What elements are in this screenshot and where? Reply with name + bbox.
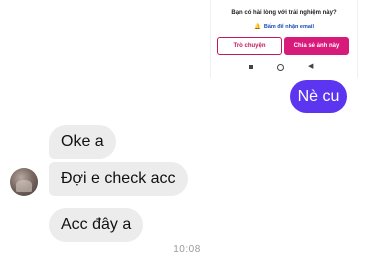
card-email-link-label: Bấm để nhận email: [263, 24, 314, 30]
square-nav-icon: [249, 65, 253, 69]
card-share-button: Chia sẻ ảnh này: [284, 37, 349, 55]
message-timestamp: 10:08: [173, 244, 201, 255]
card-question-text: Bạn có hài lòng với trải nghiệm này?: [231, 10, 337, 16]
received-message-bubble[interactable]: Đợi e check acc: [49, 162, 188, 196]
received-message-bubble[interactable]: Oke a: [49, 125, 116, 159]
shared-screenshot-card[interactable]: Bạn có hài lòng với trải nghiệm này? 🔔 Bấ…: [210, 0, 358, 78]
received-message-bubble[interactable]: Acc đây a: [49, 208, 144, 242]
avatar[interactable]: [10, 168, 38, 196]
card-email-link: 🔔 Bấm để nhận email: [211, 24, 357, 30]
card-chat-button: Trò chuyện: [217, 37, 282, 55]
back-triangle-icon: ◀: [308, 63, 314, 70]
bell-icon: 🔔: [254, 24, 261, 30]
sent-message-bubble[interactable]: Nè cu: [290, 80, 347, 113]
circle-nav-icon: [277, 64, 284, 71]
